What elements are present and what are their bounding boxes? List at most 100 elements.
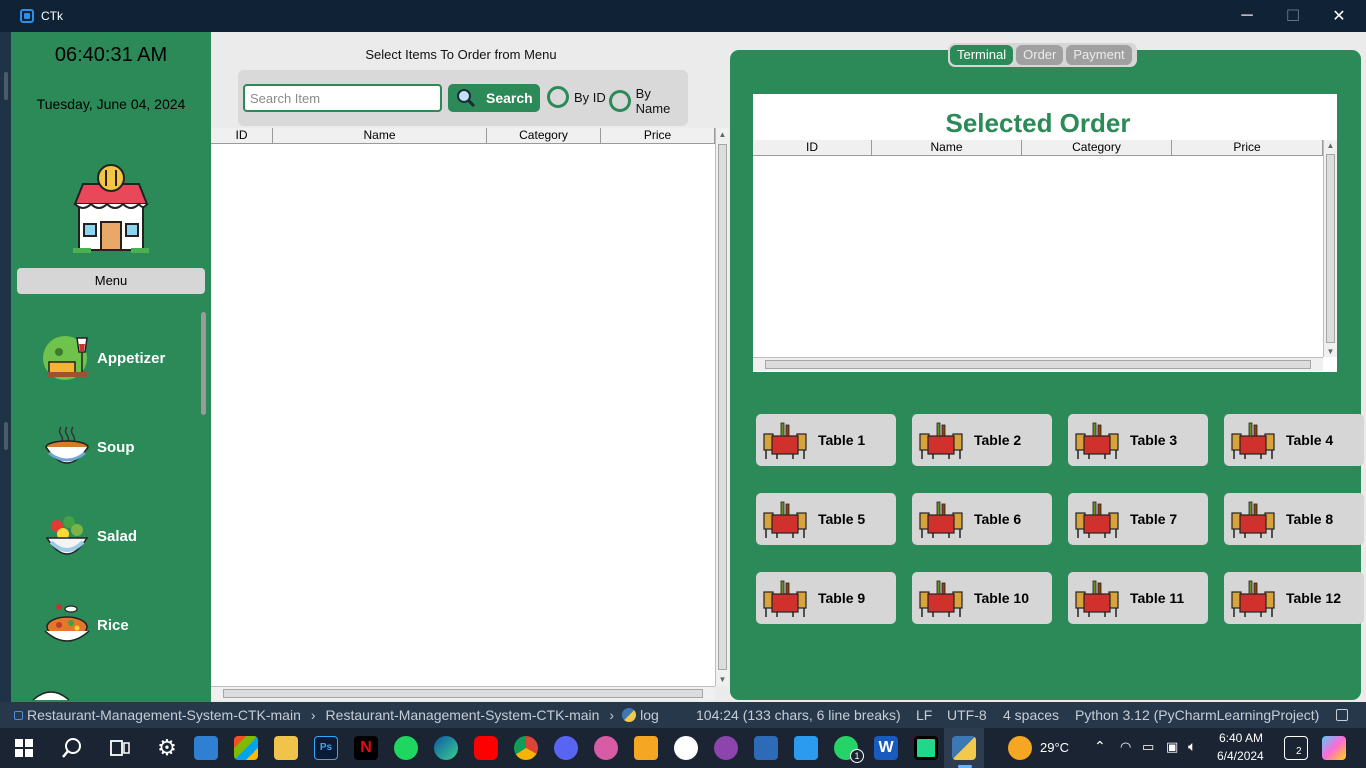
- radio-label: By Name: [635, 86, 671, 116]
- scroll-down-icon[interactable]: ▼: [1324, 347, 1337, 356]
- column-header-price[interactable]: Price: [601, 128, 715, 143]
- photoshop-icon[interactable]: Ps: [314, 736, 338, 760]
- column-header-category[interactable]: Category: [487, 128, 601, 143]
- caret-position[interactable]: 104:24 (133 chars, 6 line breaks): [696, 707, 901, 723]
- column-header-id[interactable]: ID: [211, 128, 273, 143]
- dining-table-icon: [1075, 501, 1119, 538]
- settings-icon[interactable]: ⚙: [155, 736, 179, 760]
- table-button-4[interactable]: Table 4: [1224, 414, 1364, 466]
- radio-by-id[interactable]: By ID: [547, 86, 606, 108]
- table-button-2[interactable]: Table 2: [912, 414, 1052, 466]
- category-scrollbar[interactable]: [201, 312, 206, 415]
- menu-button[interactable]: Menu: [17, 268, 205, 294]
- order-table-horizontal-scrollbar[interactable]: [753, 357, 1323, 371]
- table-button-3[interactable]: Table 3: [1068, 414, 1208, 466]
- github-desktop-icon[interactable]: [714, 736, 738, 760]
- edge-icon[interactable]: [434, 736, 458, 760]
- category-soup[interactable]: Soup: [43, 423, 135, 471]
- table-button-12[interactable]: Table 12: [1224, 572, 1364, 624]
- tab-order[interactable]: Order: [1016, 45, 1064, 65]
- ide-status-bar: Restaurant-Management-System-CTK-main › …: [0, 702, 1366, 728]
- order-table[interactable]: [753, 140, 1323, 357]
- tab-terminal[interactable]: Terminal: [950, 45, 1014, 65]
- table-button-11[interactable]: Table 11: [1068, 572, 1208, 624]
- volume-icon[interactable]: 🔈︎: [1188, 738, 1196, 755]
- python-icon[interactable]: [952, 736, 976, 760]
- chrome-icon[interactable]: [514, 736, 538, 760]
- file-explorer-icon[interactable]: [274, 736, 298, 760]
- scroll-thumb[interactable]: [1326, 154, 1335, 343]
- table-button-9[interactable]: Table 9: [756, 572, 896, 624]
- pycharm-icon[interactable]: [914, 736, 938, 760]
- table-button-5[interactable]: Table 5: [756, 493, 896, 545]
- discord-icon[interactable]: [554, 736, 578, 760]
- copilot-icon[interactable]: [1322, 736, 1346, 760]
- wifi-icon[interactable]: ◠: [1120, 739, 1131, 755]
- order-table-vertical-scrollbar[interactable]: ▲ ▼: [1323, 140, 1337, 357]
- lock-icon[interactable]: [1336, 709, 1348, 721]
- word-icon[interactable]: W: [874, 736, 898, 760]
- menu-table-vertical-scrollbar[interactable]: ▲ ▼: [715, 128, 729, 686]
- breadcrumb-file[interactable]: log: [640, 707, 659, 723]
- spotify-icon[interactable]: [394, 736, 418, 760]
- column-header-id[interactable]: ID: [753, 140, 872, 155]
- category-rice[interactable]: Rice: [43, 601, 129, 649]
- clock-date[interactable]: 6/4/2024: [1217, 749, 1264, 763]
- maximize-button[interactable]: ☐: [1270, 0, 1316, 32]
- search-icon[interactable]: [61, 737, 83, 759]
- column-header-name[interactable]: Name: [872, 140, 1022, 155]
- mail-icon[interactable]: [194, 736, 218, 760]
- netflix-icon[interactable]: N: [354, 736, 378, 760]
- table-button-7[interactable]: Table 7: [1068, 493, 1208, 545]
- scroll-down-icon[interactable]: ▼: [716, 675, 729, 684]
- close-button[interactable]: ✕: [1316, 0, 1362, 32]
- table-button-1[interactable]: Table 1: [756, 414, 896, 466]
- battery-icon[interactable]: ▭: [1142, 739, 1154, 755]
- store-icon[interactable]: [234, 736, 258, 760]
- scroll-thumb[interactable]: [765, 360, 1311, 369]
- dining-table-icon: [763, 501, 807, 538]
- github-icon[interactable]: [674, 736, 698, 760]
- indent-setting[interactable]: 4 spaces: [1003, 707, 1059, 723]
- search-input[interactable]: [243, 84, 442, 112]
- task-view-icon[interactable]: [110, 739, 130, 757]
- menu-table-horizontal-scrollbar[interactable]: [211, 686, 715, 700]
- selected-order-panel: Selected Order ID Name Category Price ▲ …: [753, 94, 1337, 372]
- windows-start-icon[interactable]: [15, 739, 33, 757]
- table-button-8[interactable]: Table 8: [1224, 493, 1364, 545]
- meet-icon[interactable]: ▣: [1166, 739, 1178, 755]
- app-icon: [20, 9, 34, 23]
- weather-icon[interactable]: [1008, 736, 1032, 760]
- python-interpreter[interactable]: Python 3.12 (PyCharmLearningProject): [1075, 707, 1319, 723]
- dining-table-icon: [919, 501, 963, 538]
- table-button-6[interactable]: Table 6: [912, 493, 1052, 545]
- clock-time[interactable]: 6:40 AM: [1219, 731, 1263, 745]
- column-header-name[interactable]: Name: [273, 128, 487, 143]
- category-appetizer[interactable]: Appetizer: [43, 334, 165, 382]
- scroll-up-icon[interactable]: ▲: [716, 130, 729, 139]
- breadcrumb-folder[interactable]: Restaurant-Management-System-CTK-main: [326, 707, 600, 723]
- scroll-thumb[interactable]: [718, 144, 727, 670]
- scroll-thumb[interactable]: [223, 689, 703, 698]
- radio-by-name[interactable]: By Name: [609, 86, 688, 116]
- line-ending[interactable]: LF: [916, 707, 932, 723]
- tab-payment[interactable]: Payment: [1066, 45, 1132, 65]
- tools-icon[interactable]: [634, 736, 658, 760]
- app-icon[interactable]: [754, 736, 778, 760]
- dining-table-icon: [763, 580, 807, 617]
- category-salad[interactable]: Salad: [43, 512, 137, 560]
- paint-icon[interactable]: [594, 736, 618, 760]
- column-header-category[interactable]: Category: [1022, 140, 1172, 155]
- chevron-up-icon[interactable]: ⌃: [1094, 738, 1106, 755]
- search-button[interactable]: Search: [448, 84, 540, 112]
- minimize-button[interactable]: ─: [1224, 0, 1270, 32]
- scroll-up-icon[interactable]: ▲: [1324, 141, 1337, 150]
- menu-table[interactable]: [211, 128, 715, 686]
- breadcrumb-project[interactable]: Restaurant-Management-System-CTK-main: [27, 707, 301, 723]
- file-encoding[interactable]: UTF-8: [947, 707, 987, 723]
- vscode-icon[interactable]: [794, 736, 818, 760]
- temperature[interactable]: 29°C: [1040, 740, 1069, 755]
- youtube-icon[interactable]: [474, 736, 498, 760]
- column-header-price[interactable]: Price: [1172, 140, 1323, 155]
- table-button-10[interactable]: Table 10: [912, 572, 1052, 624]
